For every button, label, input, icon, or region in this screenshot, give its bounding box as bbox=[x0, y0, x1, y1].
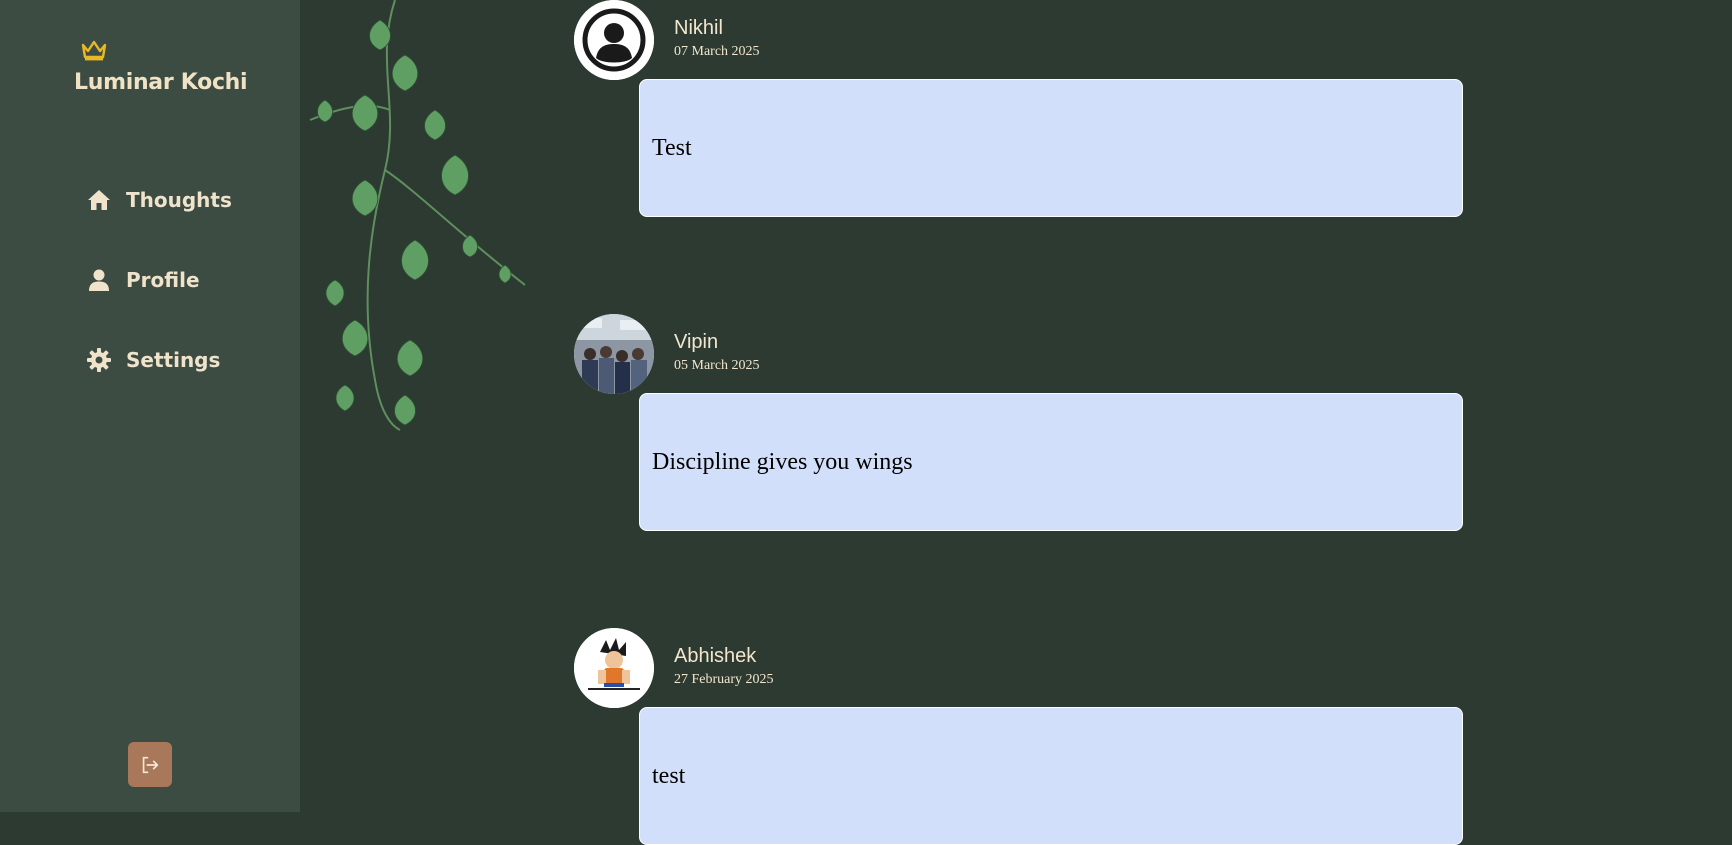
sidebar-item-label: Settings bbox=[126, 348, 221, 372]
post-text: test bbox=[639, 707, 1463, 845]
sidebar-item-label: Profile bbox=[126, 268, 200, 292]
gear-icon bbox=[86, 347, 112, 373]
sidebar-item-thoughts[interactable]: Thoughts bbox=[86, 180, 232, 220]
sidebar-item-settings[interactable]: Settings bbox=[86, 340, 232, 380]
post-date: 05 March 2025 bbox=[674, 358, 760, 373]
home-icon bbox=[86, 187, 112, 213]
user-avatar[interactable] bbox=[574, 314, 654, 394]
post-username[interactable]: Vipin bbox=[674, 331, 718, 354]
logout-icon bbox=[142, 756, 159, 773]
brand: Luminar Kochi bbox=[74, 38, 248, 95]
post-username[interactable]: Nikhil bbox=[674, 17, 723, 40]
crown-icon bbox=[81, 40, 107, 61]
post-date: 07 March 2025 bbox=[674, 44, 760, 59]
user-avatar[interactable] bbox=[574, 0, 654, 80]
brand-name: Luminar Kochi bbox=[74, 70, 248, 95]
user-avatar[interactable] bbox=[574, 628, 654, 708]
logout-button[interactable] bbox=[128, 742, 172, 787]
sidebar-item-label: Thoughts bbox=[126, 188, 232, 212]
sidebar: Luminar Kochi Thoughts Profile Settings bbox=[0, 0, 300, 812]
vine-decoration bbox=[309, 0, 526, 431]
group-photo-avatar-icon bbox=[574, 314, 654, 394]
cartoon-avatar-icon bbox=[574, 628, 654, 708]
post-username[interactable]: Abhishek bbox=[674, 645, 756, 668]
post-text: Test bbox=[639, 79, 1463, 217]
user-icon bbox=[86, 267, 112, 293]
post-text: Discipline gives you wings bbox=[639, 393, 1463, 531]
post-date: 27 February 2025 bbox=[674, 672, 774, 687]
sidebar-nav: Thoughts Profile Settings bbox=[86, 180, 232, 420]
default-avatar-icon bbox=[574, 0, 654, 80]
sidebar-item-profile[interactable]: Profile bbox=[86, 260, 232, 300]
